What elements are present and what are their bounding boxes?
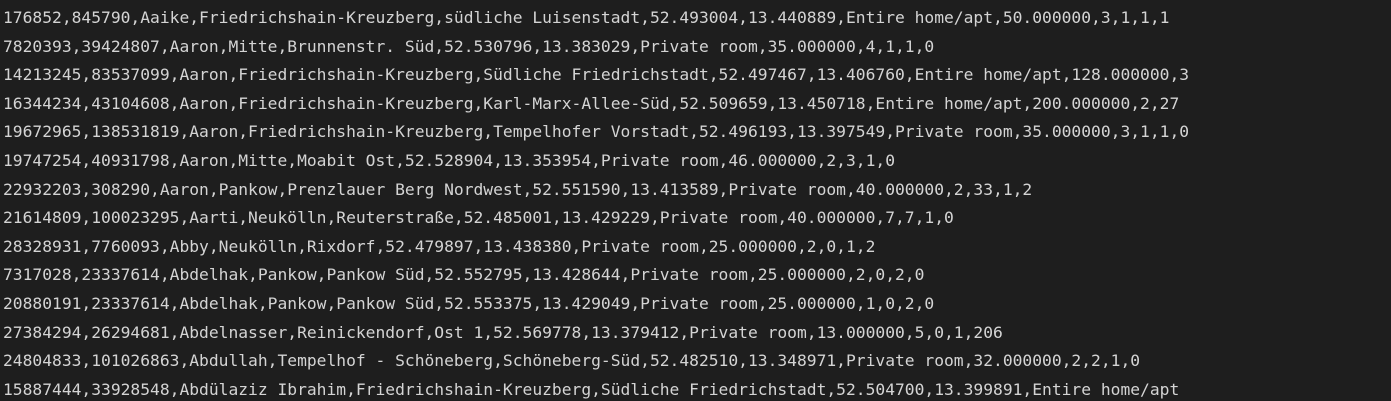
csv-line[interactable]: 22932203,308290,Aaron,Pankow,Prenzlauer … [3, 176, 1189, 205]
csv-line[interactable]: 7317028,23337614,Abdelhak,Pankow,Pankow … [3, 261, 1189, 290]
csv-line[interactable]: 7820393,39424807,Aaron,Mitte,Brunnenstr.… [3, 33, 1189, 62]
csv-line[interactable]: 14213245,83537099,Aaron,Friedrichshain-K… [3, 61, 1189, 90]
csv-line[interactable]: 20880191,23337614,Abdelhak,Pankow,Pankow… [3, 290, 1189, 319]
csv-line[interactable]: 176852,845790,Aaike,Friedrichshain-Kreuz… [3, 4, 1189, 33]
text-editor[interactable]: 176852,845790,Aaike,Friedrichshain-Kreuz… [0, 0, 1391, 401]
csv-line[interactable]: 28328931,7760093,Abby,Neukölln,Rixdorf,5… [3, 233, 1189, 262]
csv-line[interactable]: 27384294,26294681,Abdelnasser,Reinickend… [3, 319, 1189, 348]
csv-line[interactable]: 19672965,138531819,Aaron,Friedrichshain-… [3, 118, 1189, 147]
csv-lines: 176852,845790,Aaike,Friedrichshain-Kreuz… [3, 4, 1189, 401]
csv-line[interactable]: 19747254,40931798,Aaron,Mitte,Moabit Ost… [3, 147, 1189, 176]
csv-line[interactable]: 24804833,101026863,Abdullah,Tempelhof - … [3, 347, 1189, 376]
csv-line[interactable]: 16344234,43104608,Aaron,Friedrichshain-K… [3, 90, 1189, 119]
csv-line[interactable]: 15887444,33928548,Abdülaziz Ibrahim,Frie… [3, 376, 1189, 401]
csv-line[interactable]: 21614809,100023295,Aarti,Neukölln,Reuter… [3, 204, 1189, 233]
